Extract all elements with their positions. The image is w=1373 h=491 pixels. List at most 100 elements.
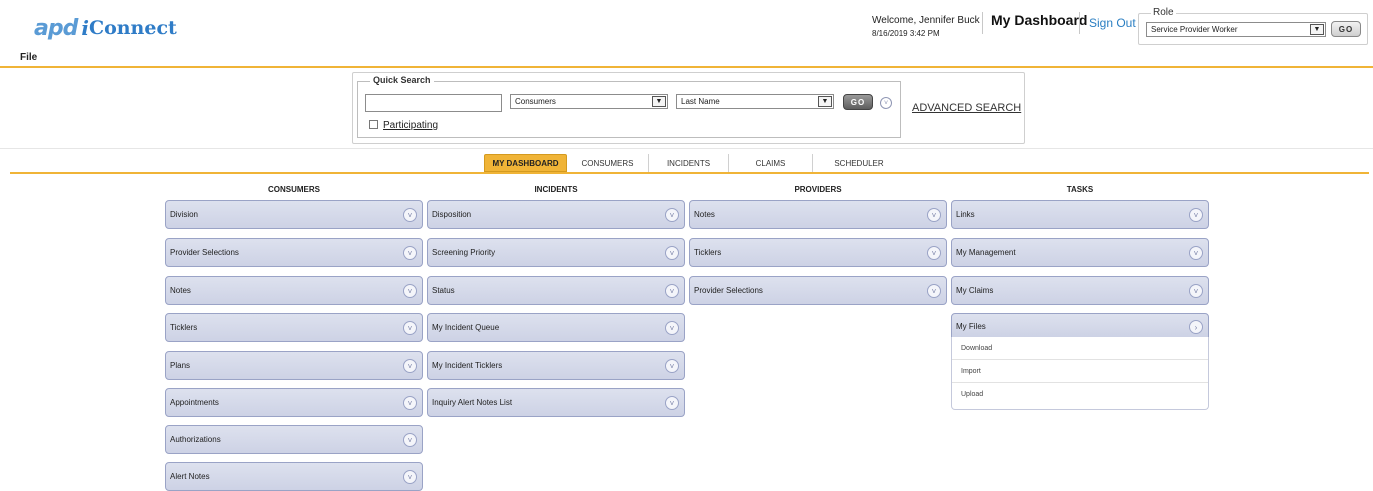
panel-incidents-screening-priority[interactable]: Screening Priority ˅ (427, 238, 685, 267)
logo-connect-text: Connect (88, 17, 177, 39)
chevron-right-icon: › (1189, 320, 1203, 334)
chevron-down-icon: ˅ (927, 246, 941, 260)
chevron-down-icon: ˅ (665, 246, 679, 260)
panel-consumers-plans[interactable]: Plans ˅ (165, 351, 423, 380)
panel-label: Screening Priority (432, 248, 496, 257)
panel-incidents-my-incident-ticklers[interactable]: My Incident Ticklers ˅ (427, 351, 685, 380)
chevron-down-icon: ˅ (403, 470, 417, 484)
chevron-down-icon: ˅ (665, 208, 679, 222)
participating-checkbox[interactable] (369, 120, 378, 129)
panel-consumers-alert-notes[interactable]: Alert Notes ˅ (165, 462, 423, 491)
search-field-value: Last Name (681, 97, 720, 106)
quick-search-legend: Quick Search (370, 75, 434, 85)
panel-consumers-provider-selections[interactable]: Provider Selections ˅ (165, 238, 423, 267)
submenu-item-import[interactable]: Import (952, 360, 1208, 383)
chevron-down-icon[interactable]: ˅ (880, 97, 892, 109)
panel-label: Ticklers (694, 248, 722, 257)
column-heading-consumers: CONSUMERS (267, 185, 320, 194)
chevron-down-icon: ˅ (927, 208, 941, 222)
chevron-down-icon: ˅ (665, 284, 679, 298)
panel-label: Inquiry Alert Notes List (432, 398, 513, 407)
quick-search-go-button[interactable]: GO (843, 94, 873, 110)
panel-consumers-authorizations[interactable]: Authorizations ˅ (165, 425, 423, 454)
header-rule (0, 66, 1373, 68)
header-divider (982, 12, 983, 34)
panel-incidents-status[interactable]: Status ˅ (427, 276, 685, 305)
tab-my-dashboard[interactable]: MY DASHBOARD (484, 154, 567, 172)
panel-label: My Incident Ticklers (432, 361, 503, 370)
panel-tasks-my-management[interactable]: My Management ˅ (951, 238, 1209, 267)
panel-consumers-division[interactable]: Division ˅ (165, 200, 423, 229)
chevron-down-icon: ˅ (1189, 284, 1203, 298)
advanced-search-link[interactable]: ADVANCED SEARCH (912, 102, 1021, 114)
chevron-down-icon: ˅ (403, 396, 417, 410)
tab-incidents[interactable]: INCIDENTS (649, 154, 729, 172)
submenu-item-download[interactable]: Download (952, 337, 1208, 360)
role-select-value: Service Provider Worker (1151, 25, 1238, 34)
panel-label: Provider Selections (694, 286, 763, 295)
panel-label: Division (170, 210, 199, 219)
chevron-down-icon: ˅ (403, 284, 417, 298)
chevron-down-icon: ˅ (665, 359, 679, 373)
panel-label: Authorizations (170, 435, 221, 444)
participating-label[interactable]: Participating (383, 120, 438, 131)
tab-claims[interactable]: CLAIMS (729, 154, 813, 172)
search-input[interactable] (365, 94, 502, 112)
chevron-down-icon: ˅ (665, 396, 679, 410)
panel-label: My Management (956, 248, 1016, 257)
chevron-down-icon: ˅ (1189, 208, 1203, 222)
submenu-item-upload[interactable]: Upload (952, 383, 1208, 406)
logo-i-text: i (81, 16, 89, 40)
datetime-text: 8/16/2019 3:42 PM (872, 29, 940, 38)
sign-out-link[interactable]: Sign Out (1089, 16, 1136, 30)
logo-apd-text: apd (34, 15, 78, 41)
chevron-down-icon: ˅ (403, 208, 417, 222)
panel-tasks-links[interactable]: Links ˅ (951, 200, 1209, 229)
chevron-down-icon: ˅ (403, 359, 417, 373)
app-logo: apd i Connect (34, 15, 177, 41)
chevron-down-icon: ˅ (1189, 246, 1203, 260)
role-label: Role (1151, 7, 1176, 18)
panel-tasks-my-claims[interactable]: My Claims ˅ (951, 276, 1209, 305)
panel-label: Ticklers (170, 323, 198, 332)
panel-providers-provider-selections[interactable]: Provider Selections ˅ (689, 276, 947, 305)
panel-consumers-notes[interactable]: Notes ˅ (165, 276, 423, 305)
chevron-down-icon: ˅ (403, 433, 417, 447)
file-menu[interactable]: File (20, 52, 37, 63)
panel-providers-ticklers[interactable]: Ticklers ˅ (689, 238, 947, 267)
role-select[interactable]: Service Provider Worker ▼ (1146, 22, 1326, 37)
chevron-down-icon: ˅ (665, 321, 679, 335)
divider (0, 148, 1373, 149)
role-go-button[interactable]: GO (1331, 21, 1361, 37)
tabs-rule (10, 172, 1369, 174)
welcome-block: Welcome, Jennifer Buck 8/16/2019 3:42 PM (872, 15, 980, 38)
chevron-down-icon: ˅ (927, 284, 941, 298)
column-heading-incidents: INCIDENTS (534, 185, 578, 194)
chevron-down-icon: ˅ (403, 321, 417, 335)
panel-incidents-inquiry-alert-notes[interactable]: Inquiry Alert Notes List ˅ (427, 388, 685, 417)
panel-label: Disposition (432, 210, 472, 219)
panel-providers-notes[interactable]: Notes ˅ (689, 200, 947, 229)
main-tabs: MY DASHBOARD CONSUMERS INCIDENTS CLAIMS … (484, 154, 905, 172)
tab-consumers[interactable]: CONSUMERS (567, 154, 649, 172)
panel-consumers-ticklers[interactable]: Ticklers ˅ (165, 313, 423, 342)
panel-label: Links (956, 210, 975, 219)
panel-tasks-my-files[interactable]: My Files › (951, 313, 1209, 338)
page-title: My Dashboard (991, 12, 1088, 28)
welcome-text: Welcome, Jennifer Buck (872, 15, 980, 26)
panel-label: My Incident Queue (432, 323, 500, 332)
panel-incidents-my-incident-queue[interactable]: My Incident Queue ˅ (427, 313, 685, 342)
search-type-value: Consumers (515, 97, 556, 106)
search-type-select[interactable]: Consumers ▼ (510, 94, 668, 109)
panel-label: Plans (170, 361, 191, 370)
chevron-down-icon: ▼ (818, 96, 832, 107)
panel-label: Provider Selections (170, 248, 239, 257)
chevron-down-icon: ˅ (403, 246, 417, 260)
panel-consumers-appointments[interactable]: Appointments ˅ (165, 388, 423, 417)
my-files-submenu: Download Import Upload (951, 337, 1209, 410)
column-heading-providers: PROVIDERS (794, 185, 842, 194)
search-field-select[interactable]: Last Name ▼ (676, 94, 834, 109)
tab-scheduler[interactable]: SCHEDULER (813, 154, 905, 172)
panel-label: Alert Notes (170, 472, 210, 481)
panel-incidents-disposition[interactable]: Disposition ˅ (427, 200, 685, 229)
